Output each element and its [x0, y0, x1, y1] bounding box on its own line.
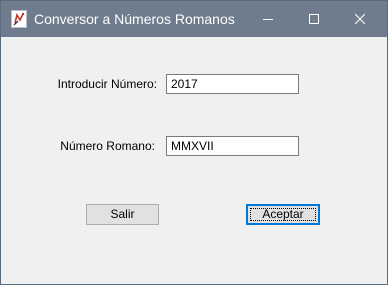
close-icon [355, 14, 365, 24]
roman-label: Número Romano: [60, 139, 155, 153]
number-input[interactable]: 2017 [166, 74, 299, 94]
maximize-button[interactable] [291, 1, 337, 37]
title-bar[interactable]: Conversor a Números Romanos [1, 1, 387, 37]
close-button[interactable] [337, 1, 383, 37]
app-icon[interactable] [11, 10, 27, 28]
accept-button[interactable]: Aceptar [246, 204, 320, 225]
minimize-icon [263, 19, 273, 20]
minimize-button[interactable] [245, 1, 291, 37]
accept-button-label: Aceptar [262, 207, 304, 221]
roman-output-field[interactable]: MMXVII [166, 136, 299, 156]
window-title: Conversor a Números Romanos [34, 11, 235, 27]
exit-button[interactable]: Salir [86, 204, 159, 225]
number-label: Introducir Número: [57, 77, 157, 91]
maximize-icon [309, 14, 319, 24]
app-window: Conversor a Números Romanos Introducir N… [0, 0, 388, 285]
